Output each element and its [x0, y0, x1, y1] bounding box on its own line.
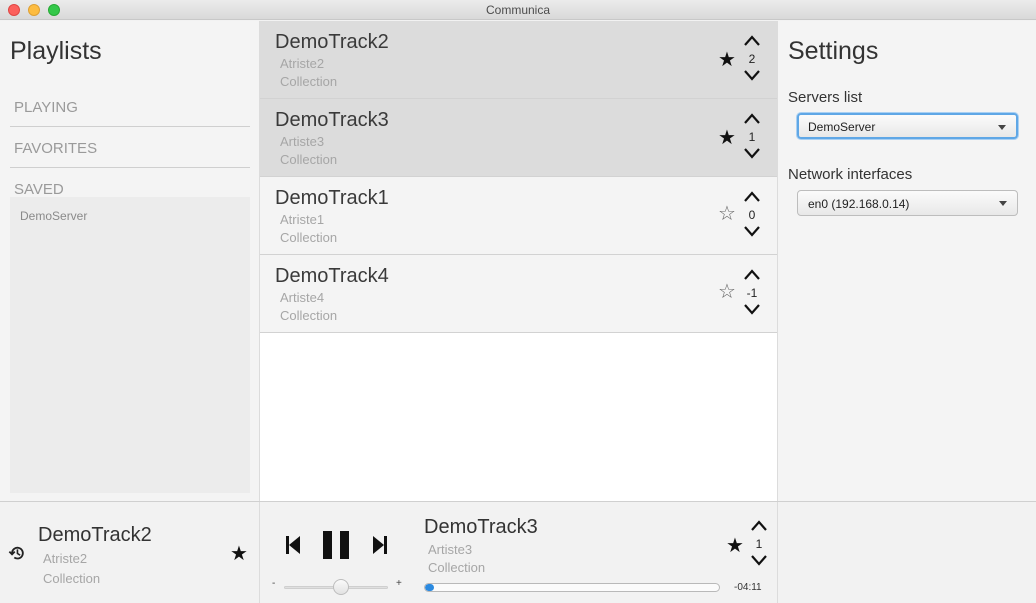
skip-next-icon[interactable]: [373, 536, 387, 554]
vote-count: -1: [746, 286, 758, 300]
track-title: DemoTrack3: [275, 109, 389, 131]
servers-list-label: Servers list: [788, 89, 863, 106]
star-icon[interactable]: ★: [718, 50, 736, 70]
track-row[interactable]: DemoTrack1 Atriste1 Collection ☆ 0: [260, 177, 777, 255]
volume-knob[interactable]: [333, 579, 350, 595]
dropdown-arrow-icon: [999, 201, 1007, 206]
chevron-up-icon[interactable]: [743, 267, 761, 283]
saved-playlists-list: DemoServer: [10, 197, 250, 493]
progress-fill: [425, 584, 434, 591]
playlists-title: Playlists: [10, 37, 102, 65]
track-list: DemoTrack2 Atriste2 Collection ★ 2 DemoTrack3…: [260, 21, 778, 501]
servers-list-select[interactable]: DemoServer: [797, 113, 1018, 139]
vote-count: 1: [755, 537, 763, 551]
star-icon[interactable]: ★: [718, 128, 736, 148]
pause-icon[interactable]: [323, 531, 349, 559]
volume-plus: +: [396, 578, 402, 589]
history-icon[interactable]: [8, 544, 26, 562]
star-icon[interactable]: ★: [726, 536, 744, 556]
playback-progress-bar[interactable]: [424, 583, 720, 592]
playlist-section-saved[interactable]: SAVED: [10, 181, 250, 198]
previous-track-panel: DemoTrack2 Atriste2 Collection ★: [0, 502, 260, 603]
chevron-down-icon[interactable]: [743, 223, 761, 239]
chevron-up-icon[interactable]: [743, 189, 761, 205]
title-bar: Communica: [0, 0, 1036, 20]
time-remaining: -04:11: [734, 582, 762, 593]
track-artist: Artiste4: [280, 290, 325, 305]
track-collection: Collection: [280, 308, 338, 323]
window-title: Communica: [485, 3, 551, 17]
track-title: DemoTrack2: [275, 31, 389, 53]
dropdown-arrow-icon: [998, 125, 1006, 130]
network-interface-value: en0 (192.168.0.14): [808, 197, 910, 211]
chevron-down-icon[interactable]: [743, 67, 761, 83]
vote-count: 0: [748, 208, 756, 222]
track-artist: Artiste3: [280, 134, 325, 149]
player-bar: DemoTrack2 Atriste2 Collection ★ - + Dem…: [0, 501, 1036, 603]
now-playing-panel: - + DemoTrack3 Artiste3 Collection -04:1…: [260, 502, 778, 603]
network-interfaces-select[interactable]: en0 (192.168.0.14): [797, 190, 1018, 216]
settings-title: Settings: [788, 37, 879, 65]
chevron-down-icon[interactable]: [750, 552, 768, 568]
previous-track-title: DemoTrack2: [38, 524, 152, 546]
track-title: DemoTrack4: [275, 265, 389, 287]
track-row[interactable]: DemoTrack2 Atriste2 Collection ★ 2: [260, 21, 777, 99]
volume-minus: -: [272, 578, 276, 589]
track-row[interactable]: DemoTrack4 Artiste4 Collection ☆ -1: [260, 255, 777, 333]
servers-list-value: DemoServer: [808, 120, 876, 134]
vote-count: 2: [748, 52, 756, 66]
star-icon[interactable]: ☆: [718, 204, 736, 224]
vote-count: 1: [748, 130, 756, 144]
now-playing-collection: Collection: [428, 560, 486, 575]
divider: [10, 126, 250, 127]
network-interfaces-label: Network interfaces: [788, 166, 913, 183]
playlist-section-playing[interactable]: PLAYING: [10, 99, 250, 116]
settings-panel: Settings Servers list DemoServer Network…: [778, 21, 1036, 501]
skip-previous-icon[interactable]: [286, 536, 300, 554]
track-title: DemoTrack1: [275, 187, 389, 209]
track-row[interactable]: DemoTrack3 Artiste3 Collection ★ 1: [260, 99, 777, 177]
chevron-up-icon[interactable]: [743, 111, 761, 127]
track-artist: Atriste1: [280, 212, 325, 227]
chevron-up-icon[interactable]: [743, 33, 761, 49]
previous-track-collection: Collection: [43, 571, 101, 586]
track-collection: Collection: [280, 74, 338, 89]
chevron-down-icon[interactable]: [743, 301, 761, 317]
track-collection: Collection: [280, 152, 338, 167]
star-icon[interactable]: ☆: [718, 282, 736, 302]
playlist-section-favorites[interactable]: FAVORITES: [10, 140, 250, 157]
previous-track-artist: Atriste2: [43, 551, 88, 566]
chevron-up-icon[interactable]: [750, 518, 768, 534]
divider: [10, 167, 250, 168]
track-collection: Collection: [280, 230, 338, 245]
chevron-down-icon[interactable]: [743, 145, 761, 161]
now-playing-title: DemoTrack3: [424, 516, 538, 538]
track-artist: Atriste2: [280, 56, 325, 71]
now-playing-artist: Artiste3: [428, 542, 473, 557]
saved-playlist-item[interactable]: DemoServer: [20, 209, 87, 223]
star-icon[interactable]: ★: [230, 544, 248, 564]
playlists-panel: Playlists PLAYING FAVORITES SAVED DemoSe…: [0, 21, 260, 501]
